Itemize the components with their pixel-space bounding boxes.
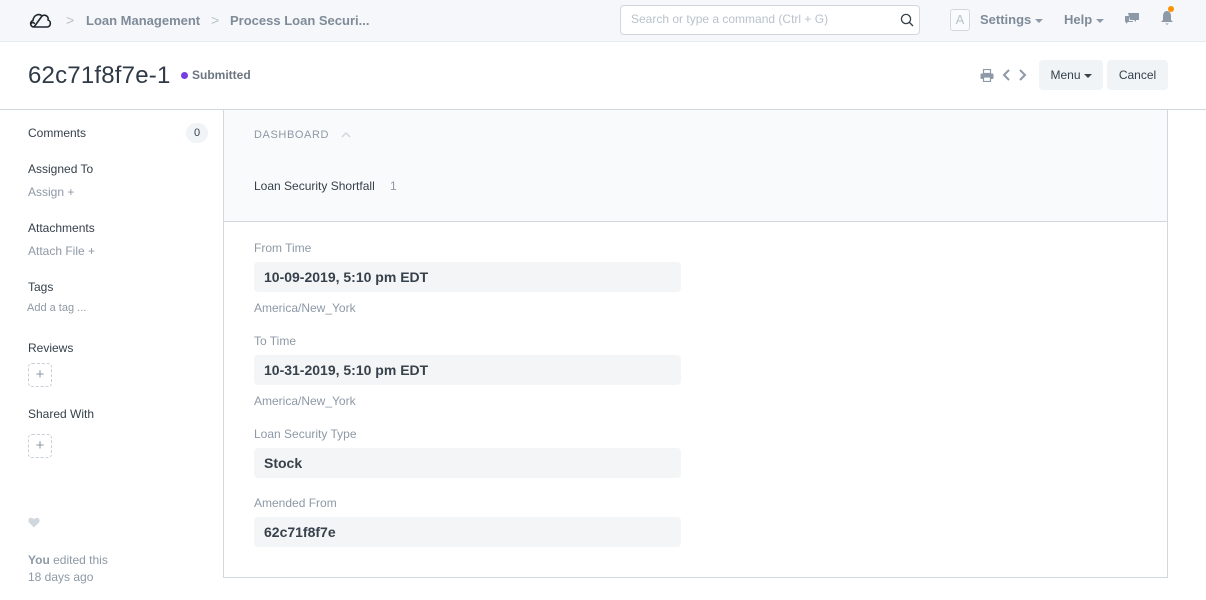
print-icon[interactable] [980,69,994,82]
form-sidebar: Comments 0 Assigned To Assign + Attachme… [0,111,223,600]
dashboard-heading[interactable]: DASHBOARD [254,129,329,141]
from-time-timezone: America/New_York [254,301,356,315]
page-title: 62c71f8f7e-1 [28,62,171,89]
search-input[interactable] [631,12,891,26]
chevron-up-icon[interactable] [341,131,351,138]
amended-from-label: Amended From [254,496,337,510]
search-icon[interactable] [900,13,914,27]
comments-label[interactable]: Comments [28,126,86,140]
attach-file-link[interactable]: Attach File + [28,244,95,258]
from-time-label: From Time [254,241,312,255]
comments-count-badge: 0 [186,123,208,143]
amended-from-value[interactable]: 62c71f8f7e [254,517,681,547]
search-box [620,5,920,35]
menu-label: Menu [1050,68,1081,82]
status-indicator-dot [181,72,188,79]
cancel-button[interactable]: Cancel [1107,60,1168,90]
heart-icon[interactable] [28,517,40,528]
help-dropdown[interactable]: Help [1064,12,1105,27]
breadcrumb-separator: > [211,12,220,28]
assign-link[interactable]: Assign + [28,185,74,199]
settings-dropdown[interactable]: Settings [980,12,1044,27]
status-badge: Submitted [192,68,251,82]
breadcrumb-separator: > [66,12,75,28]
chat-icon[interactable] [1124,12,1140,26]
settings-label: Settings [980,12,1032,27]
dashboard-link-loan-security-shortfall[interactable]: Loan Security Shortfall [254,179,375,193]
notification-dot [1168,6,1174,12]
to-time-label: To Time [254,334,297,348]
loan-security-type-label: Loan Security Type [254,427,357,441]
assigned-to-label: Assigned To [28,162,94,176]
dashboard-link-count: 1 [390,179,397,193]
breadcrumb-loan-management[interactable]: Loan Management [86,13,200,28]
edit-user: You [28,553,50,567]
form-layout: DASHBOARD Loan Security Shortfall 1 From… [223,110,1168,578]
last-edit-text: You edited this [28,553,108,567]
bell-icon[interactable] [1160,10,1174,26]
avatar[interactable]: A [950,9,970,31]
attachments-label: Attachments [28,221,95,235]
tags-label: Tags [28,280,54,294]
from-time-value: 10-09-2019, 5:10 pm EDT [254,262,681,292]
form-dashboard: DASHBOARD Loan Security Shortfall 1 [224,110,1167,222]
help-label: Help [1064,12,1093,27]
navbar: > Loan Management > Process Loan Securi.… [0,0,1206,42]
edit-action: edited this [49,553,108,567]
cloud-logo-icon[interactable] [28,10,52,30]
chevron-left-icon[interactable] [1002,68,1011,82]
caret-down-icon [1083,73,1092,78]
shared-with-label: Shared With [28,407,95,421]
to-time-timezone: America/New_York [254,394,356,408]
last-edit-time: 18 days ago [28,570,94,584]
reviews-label: Reviews [28,341,74,355]
chevron-right-icon[interactable] [1018,68,1027,82]
page-head: 62c71f8f7e-1 Submitted Menu Cancel [0,42,1206,110]
caret-down-icon [1096,18,1105,23]
menu-button[interactable]: Menu [1039,60,1103,90]
breadcrumb-process-loan-security[interactable]: Process Loan Securi... [230,13,369,28]
add-tag-link[interactable]: Add a tag ... [27,302,86,314]
to-time-value: 10-31-2019, 5:10 pm EDT [254,355,681,385]
add-share-button[interactable]: + [28,434,52,458]
caret-down-icon [1035,18,1044,23]
loan-security-type-value[interactable]: Stock [254,448,681,478]
add-review-button[interactable]: + [28,363,52,387]
